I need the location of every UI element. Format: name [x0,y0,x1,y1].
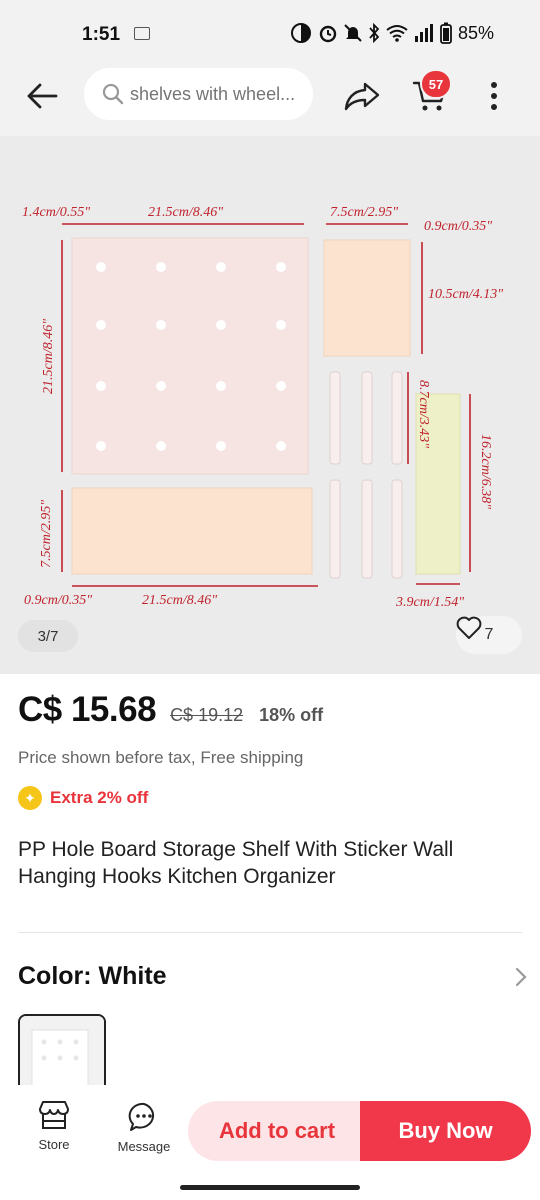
more-vertical-icon [491,82,497,110]
share-icon [344,82,380,111]
coin-icon: ✦ [18,786,42,810]
product-dimension-diagram: 1.4cm/0.55" 21.5cm/8.46" 7.5cm/2.95" 0.9… [22,205,503,610]
arrow-left-icon [27,83,58,109]
search-input[interactable] [130,83,305,105]
dim-label-thickness-top: 1.4cm/0.55" [22,205,90,220]
chevron-right-icon [515,967,527,986]
divider [18,932,522,933]
alarm-icon [319,25,337,43]
dim-label-panel-width: 7.5cm/2.95" [330,205,398,220]
dim-label-panel-thickness: 0.9cm/0.35" [424,219,492,234]
status-icons: 85% [290,22,494,44]
extra-discount-row[interactable]: ✦ Extra 2% off [18,786,148,810]
extra-discount-label: Extra 2% off [50,788,149,807]
battery-icon [440,22,452,44]
search-bar[interactable] [84,68,313,120]
more-options-button[interactable] [478,74,510,118]
wifi-icon [386,25,408,42]
dim-label-board-height: 21.5cm/8.46" [41,319,56,394]
product-title: PP Hole Board Storage Shelf With Sticker… [18,838,454,888]
dim-label-rod-length: 8.7cm/3.43" [416,380,431,448]
message-icon [128,1102,155,1131]
share-button[interactable] [340,76,384,116]
side-panel [323,239,411,357]
shelf-panel [71,487,313,575]
bluetooth-icon [369,23,380,43]
cart-count-badge: 57 [420,69,452,99]
dim-label-shelf-width: 21.5cm/8.46" [142,593,217,608]
buy-now-button[interactable]: Buy Now [360,1101,531,1161]
color-selector-row[interactable]: Color: White [18,962,528,991]
home-indicator[interactable] [180,1185,360,1190]
wishlist-button[interactable]: 7 [456,616,522,654]
dim-label-sticker-width: 3.9cm/1.54" [395,595,464,610]
tax-shipping-note: Price shown before tax, Free shipping [18,748,304,767]
message-button[interactable]: Message [114,1101,174,1154]
store-icon [39,1101,69,1129]
back-button[interactable] [22,76,62,116]
search-header: 57 [0,66,540,136]
wishlist-count: 7 [484,626,494,643]
original-price: C$ 19.12 [170,705,244,725]
store-button[interactable]: Store [28,1099,80,1152]
dim-label-shelf-height: 7.5cm/2.95" [39,500,54,568]
color-thumbnail-image [20,1016,104,1092]
support-rods [329,371,403,579]
dim-label-shelf-thickness: 0.9cm/0.35" [24,593,92,608]
dim-label-sticker-height: 16.2cm/6.38" [478,434,493,509]
heart-icon [456,616,482,639]
dim-label-board-width: 21.5cm/8.46" [148,205,223,220]
status-time: 1:51 [82,24,121,45]
signal-icon [414,24,433,42]
mute-icon [344,24,362,42]
color-option-white[interactable] [18,1014,106,1094]
store-label: Store [38,1137,70,1152]
status-bar: 1:51 85% [0,0,540,66]
message-label: Message [117,1139,171,1154]
battery-percent: 85% [457,22,494,43]
price-row: C$ 15.68 C$ 19.12 18% off [18,690,323,730]
add-to-cart-button[interactable]: Add to cart [188,1101,366,1161]
color-label: Color: White [18,962,167,990]
current-price: C$ 15.68 [18,690,157,729]
vpn-icon [290,23,311,43]
search-icon [102,83,124,105]
product-image-gallery[interactable]: 1.4cm/0.55" 21.5cm/8.46" 7.5cm/2.95" 0.9… [0,136,540,674]
dim-label-panel-height: 10.5cm/4.13" [428,287,503,302]
image-counter: 3/7 [18,620,78,652]
discount-label: 18% off [259,705,324,725]
pegboard-panel [71,237,309,475]
bottom-action-bar: Store Message Add to cart Buy Now [0,1085,540,1200]
briefcase-icon [134,27,150,40]
